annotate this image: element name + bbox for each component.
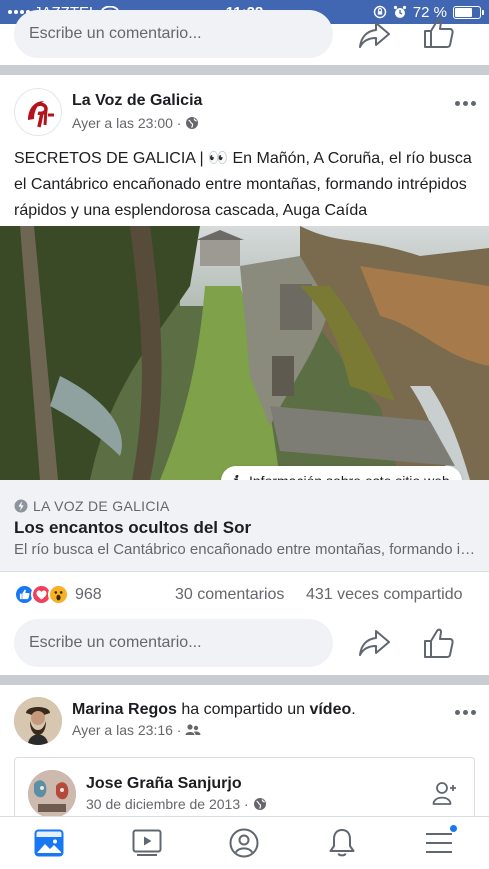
tab-watch[interactable] bbox=[131, 827, 163, 859]
post-text: SECRETOS DE GALICIA | 👀 En Mañón, A Coru… bbox=[14, 150, 472, 219]
bottom-tab-bar bbox=[0, 816, 489, 869]
post-timestamp[interactable]: Ayer a las 23:00 · bbox=[72, 115, 181, 131]
wow-reaction-icon bbox=[48, 584, 69, 605]
like-icon[interactable] bbox=[422, 626, 456, 660]
post2-action-end: . bbox=[351, 701, 356, 718]
battery-icon bbox=[453, 5, 484, 19]
link-description: El río busca el Cantábrico encañonado en… bbox=[14, 541, 476, 558]
la-voz-logo-icon bbox=[28, 101, 54, 128]
link-domain: LA VOZ DE GALICIA bbox=[14, 498, 170, 514]
tab-profile[interactable] bbox=[228, 827, 260, 859]
link-preview-card[interactable]: LA VOZ DE GALICIA Los encantos ocultos d… bbox=[0, 480, 489, 572]
shared-meta: 30 de diciembre de 2013 · bbox=[86, 796, 267, 812]
share-icon[interactable] bbox=[358, 20, 392, 50]
post2-meta: Ayer a las 23:16 · bbox=[72, 722, 201, 738]
link-domain-text: LA VOZ DE GALICIA bbox=[33, 498, 170, 514]
tab-notifications[interactable] bbox=[326, 827, 358, 859]
user-avatar[interactable] bbox=[14, 697, 62, 745]
share-count[interactable]: 431 veces compartido bbox=[306, 586, 463, 604]
comment-count[interactable]: 30 comentarios bbox=[175, 586, 284, 604]
globe-icon bbox=[186, 117, 199, 129]
menu-icon bbox=[426, 833, 452, 853]
post2-author[interactable]: Marina Regos bbox=[72, 701, 177, 718]
post2-timestamp[interactable]: Ayer a las 23:16 · bbox=[72, 722, 181, 738]
shared-author[interactable]: Jose Graña Sanjurjo bbox=[86, 775, 242, 793]
post-separator bbox=[0, 65, 489, 75]
globe-icon bbox=[253, 798, 266, 810]
like-icon[interactable] bbox=[422, 16, 456, 50]
news-feed-icon bbox=[34, 829, 64, 857]
post-separator bbox=[0, 675, 489, 685]
person-photo-icon bbox=[14, 697, 62, 745]
notifications-icon bbox=[329, 829, 355, 857]
comment-input-previous[interactable]: Escribe un comentario... bbox=[14, 10, 333, 58]
profile-icon bbox=[229, 828, 259, 858]
watch-icon bbox=[132, 829, 162, 856]
reaction-count: 968 bbox=[75, 585, 102, 603]
tab-menu[interactable] bbox=[423, 824, 458, 859]
comment-input[interactable]: Escribe un comentario... bbox=[14, 619, 333, 667]
share-icon[interactable] bbox=[358, 628, 392, 658]
post-photo[interactable] bbox=[0, 226, 489, 480]
post2-action: ha compartido un bbox=[176, 701, 310, 718]
artwork-avatar-icon bbox=[28, 770, 76, 818]
more-options-icon[interactable] bbox=[455, 707, 479, 717]
reactions-summary[interactable]: 968 bbox=[14, 584, 102, 605]
river-landscape-image bbox=[0, 226, 489, 480]
page-avatar[interactable] bbox=[14, 88, 62, 136]
add-friend-icon[interactable] bbox=[432, 780, 458, 806]
tab-news-feed[interactable] bbox=[33, 827, 65, 859]
menu-notification-dot bbox=[449, 824, 458, 833]
rotation-lock-icon bbox=[373, 5, 386, 19]
link-title: Los encantos ocultos del Sor bbox=[14, 518, 252, 537]
friends-icon bbox=[185, 724, 201, 735]
post2-header: Marina Regos ha compartido un vídeo. bbox=[72, 701, 356, 719]
post2-action-object[interactable]: vídeo bbox=[309, 701, 351, 718]
post-meta: Ayer a las 23:00 · bbox=[72, 115, 199, 131]
post-author[interactable]: La Voz de Galicia bbox=[72, 92, 202, 110]
lightning-icon bbox=[14, 499, 28, 513]
alarm-icon bbox=[393, 5, 406, 18]
more-options-icon[interactable] bbox=[455, 98, 479, 108]
shared-author-avatar[interactable] bbox=[28, 770, 76, 818]
shared-timestamp[interactable]: 30 de diciembre de 2013 · bbox=[86, 796, 249, 812]
